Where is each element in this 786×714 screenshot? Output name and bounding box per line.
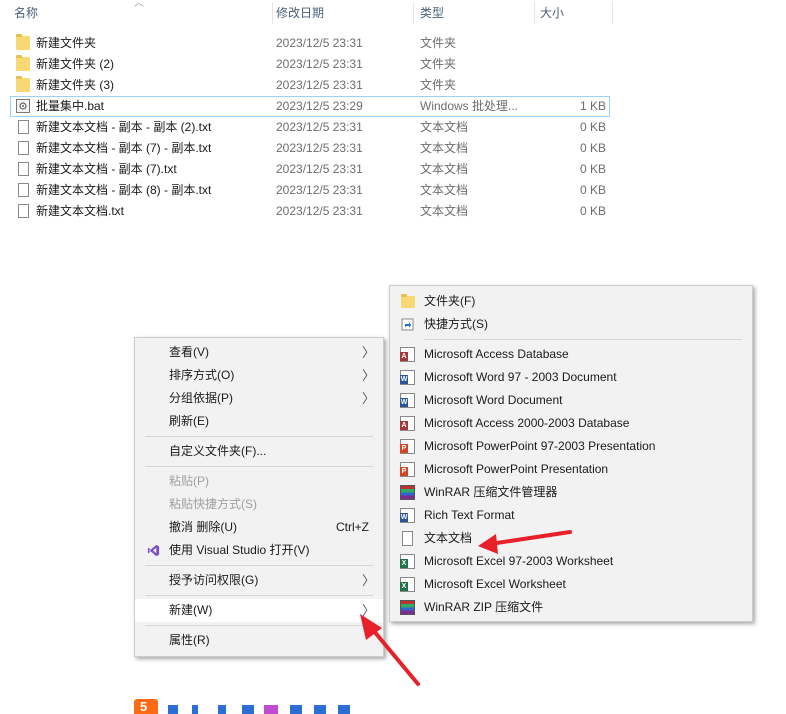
annotation-arrow	[360, 614, 420, 686]
annotation-layer	[360, 530, 572, 686]
annotation-arrow	[478, 530, 572, 554]
